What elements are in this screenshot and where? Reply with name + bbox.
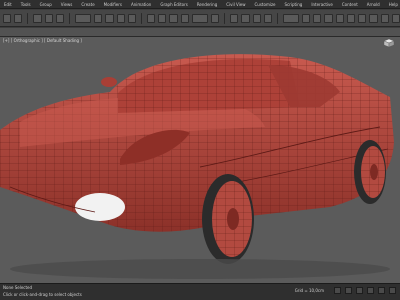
toolbar-separator (27, 12, 29, 24)
select-by-name-button[interactable] (105, 13, 114, 23)
menu-item-interactive[interactable]: Interactive (311, 2, 333, 7)
align-button[interactable] (313, 13, 322, 23)
car-model[interactable] (0, 37, 400, 283)
play-button[interactable] (356, 287, 363, 294)
named-selection-dropdown[interactable] (282, 13, 300, 23)
selection-status: None Selected (3, 285, 33, 290)
pivot-button[interactable] (210, 13, 220, 23)
rendered-frame-button[interactable] (380, 13, 389, 23)
viewport-label[interactable]: [+] [ Orthographic ] [ Default Shading ] (3, 38, 82, 43)
menu-item-modifiers[interactable]: Modifiers (104, 2, 122, 7)
prompt-line: Click or click-and-drag to select object… (3, 292, 82, 297)
window-crossing-button[interactable] (127, 13, 136, 23)
curve-editor-button[interactable] (335, 13, 344, 23)
menu-item-help[interactable]: Help (389, 2, 398, 7)
menu-item-civil-view[interactable]: Civil View (226, 2, 245, 7)
rect-selection-button[interactable] (116, 13, 125, 23)
menu-item-animation[interactable]: Animation (131, 2, 151, 7)
redo-button[interactable] (14, 13, 23, 23)
layer-explorer-button[interactable] (324, 13, 333, 23)
unlink-button[interactable] (44, 13, 53, 23)
ribbon-strip (0, 28, 400, 37)
reference-coord-dropdown[interactable] (191, 13, 208, 23)
placement-button[interactable] (180, 13, 189, 23)
toolbar-separator (68, 12, 70, 24)
render-setup-button[interactable] (369, 13, 378, 23)
ground-shadow (10, 259, 390, 279)
menu-item-views[interactable]: Views (61, 2, 73, 7)
rotate-button[interactable] (158, 13, 167, 23)
menu-item-rendering[interactable]: Rendering (197, 2, 217, 7)
toolbar-separator (140, 12, 142, 24)
menu-item-tools[interactable]: Tools (21, 2, 31, 7)
menu-item-arnold[interactable]: Arnold (367, 2, 380, 7)
set-key-button[interactable] (345, 287, 352, 294)
auto-key-button[interactable] (334, 287, 341, 294)
maximize-viewport-button[interactable] (389, 287, 396, 294)
render-button[interactable] (391, 13, 400, 23)
mirror-button[interactable] (302, 13, 311, 23)
select-object-button[interactable] (94, 13, 103, 23)
selection-filter-dropdown[interactable] (74, 13, 92, 23)
snap-toggle-button[interactable] (230, 13, 239, 23)
orbit-button[interactable] (378, 287, 385, 294)
viewcube-icon[interactable] (382, 38, 396, 48)
grid-size-readout: Grid = 10,0cm (294, 288, 324, 293)
toolbar-separator (224, 12, 226, 24)
move-button[interactable] (146, 13, 156, 23)
status-bar: None Selected Click or click-and-drag to… (0, 283, 400, 300)
menu-item-graph-editors[interactable]: Graph Editors (160, 2, 187, 7)
menu-bar: Edit Tools Group Views Create Modifiers Animat… (0, 0, 400, 9)
front-intake (75, 193, 125, 221)
bind-space-warp-button[interactable] (55, 13, 64, 23)
menu-item-customize[interactable]: Customize (255, 2, 276, 7)
undo-button[interactable] (3, 13, 12, 23)
rear-wheel (354, 140, 386, 204)
scale-button[interactable] (169, 13, 178, 23)
perspective-viewport[interactable]: [+] [ Orthographic ] [ Default Shading ] (0, 37, 400, 283)
front-wheel (202, 174, 254, 264)
percent-snap-button[interactable] (252, 13, 261, 23)
angle-snap-button[interactable] (241, 13, 250, 23)
toolbar-separator (276, 12, 278, 24)
spinner-snap-button[interactable] (263, 13, 272, 23)
select-link-button[interactable] (33, 13, 42, 23)
menu-item-create[interactable]: Create (81, 2, 94, 7)
menu-item-edit[interactable]: Edit (4, 2, 12, 7)
material-editor-button[interactable] (358, 13, 367, 23)
menu-item-content[interactable]: Content (342, 2, 358, 7)
menu-item-scripting[interactable]: Scripting (285, 2, 303, 7)
side-mirror (101, 77, 117, 87)
zoom-extents-button[interactable] (367, 287, 374, 294)
schematic-view-button[interactable] (346, 13, 356, 23)
main-toolbar (0, 10, 400, 27)
menu-item-group[interactable]: Group (40, 2, 52, 7)
